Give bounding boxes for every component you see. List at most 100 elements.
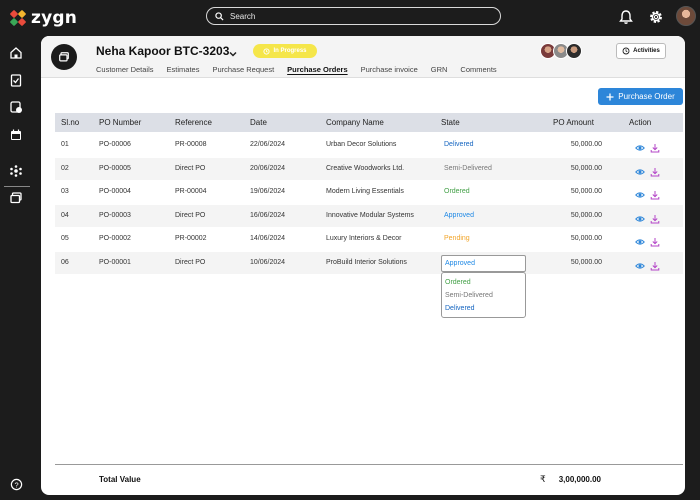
sidebar-divider bbox=[4, 186, 30, 187]
bell-icon bbox=[619, 10, 633, 24]
tab-grn[interactable]: GRN bbox=[431, 65, 448, 74]
sidebar-item-tasks[interactable] bbox=[7, 71, 25, 89]
download-icon bbox=[650, 238, 660, 247]
table-row: 06 PO-00001 Direct PO 10/06/2024 ProBuild In… bbox=[55, 252, 683, 274]
cell-state[interactable]: Delivered bbox=[444, 141, 474, 148]
cell-po-number: PO-00006 bbox=[99, 141, 131, 148]
cell-slno: 01 bbox=[61, 141, 69, 148]
cell-slno: 04 bbox=[61, 211, 69, 219]
tab-purchase-orders[interactable]: Purchase Orders bbox=[287, 65, 347, 74]
column-header-po-amount: PO Amount bbox=[553, 118, 594, 127]
tab-customer-details[interactable]: Customer Details bbox=[96, 65, 154, 74]
state-select-value: Approved bbox=[445, 260, 475, 267]
total-row: Total Value ₹ 3,00,000.00 bbox=[55, 464, 683, 494]
clock-icon bbox=[622, 47, 630, 55]
project-title: Neha Kapoor BTC-3203 bbox=[96, 44, 230, 58]
user-avatar[interactable] bbox=[676, 6, 696, 26]
cell-reference: Direct PO bbox=[175, 211, 206, 219]
network-icon bbox=[10, 165, 22, 177]
eye-icon bbox=[635, 216, 645, 222]
sidebar-item-home[interactable] bbox=[7, 44, 25, 62]
project-header: Neha Kapoor BTC-3203 In Progress Custome… bbox=[41, 36, 685, 78]
tab-purchase-request[interactable]: Purchase Request bbox=[212, 65, 274, 74]
eye-icon bbox=[635, 168, 645, 175]
activities-label: Activities bbox=[633, 48, 660, 54]
eye-icon bbox=[635, 263, 645, 269]
table-row: 05 PO-00002 PR-00002 14/06/2024 Luxury Inter… bbox=[55, 228, 683, 250]
folders-icon bbox=[59, 52, 69, 62]
sidebar-item-folders[interactable] bbox=[7, 189, 25, 207]
download-button[interactable] bbox=[650, 258, 660, 271]
sidebar-item-settings-doc[interactable] bbox=[7, 98, 25, 116]
download-button[interactable] bbox=[650, 187, 660, 200]
tab-comments[interactable]: Comments bbox=[460, 65, 496, 74]
cell-state[interactable]: Semi-Delivered bbox=[444, 165, 492, 172]
download-icon bbox=[650, 214, 660, 224]
view-button[interactable] bbox=[635, 187, 645, 198]
sidebar-item-help[interactable]: ? bbox=[7, 475, 25, 493]
tab-estimates[interactable]: Estimates bbox=[167, 65, 200, 74]
state-select[interactable]: Approved bbox=[441, 255, 526, 272]
cell-date: 20/06/2024 bbox=[250, 164, 286, 172]
project-avatar bbox=[51, 44, 77, 70]
state-dropdown-menu: Ordered Semi-Delivered Delivered bbox=[441, 272, 526, 318]
sidebar-item-network[interactable] bbox=[7, 162, 25, 180]
notifications-button[interactable] bbox=[616, 7, 636, 27]
cell-company: Modern Living Essentials bbox=[326, 188, 404, 196]
activities-button[interactable]: Activities bbox=[616, 43, 666, 59]
gear-icon bbox=[650, 11, 662, 23]
eye-icon bbox=[635, 192, 645, 198]
cell-company: Innovative Modular Systems bbox=[326, 211, 414, 219]
download-icon bbox=[650, 262, 660, 271]
column-header-date: Date bbox=[250, 118, 267, 127]
home-icon bbox=[10, 47, 22, 59]
state-option-delivered[interactable]: Delivered bbox=[445, 305, 475, 312]
team-avatars[interactable] bbox=[540, 43, 584, 60]
cell-slno: 06 bbox=[61, 259, 69, 266]
table-row: 02 PO-00005 Direct PO 20/06/2024 Creative Wo… bbox=[55, 157, 683, 180]
status-label: In Progress bbox=[273, 48, 307, 54]
state-option-semi-delivered[interactable]: Semi-Delivered bbox=[445, 292, 493, 299]
column-header-action: Action bbox=[629, 118, 652, 127]
add-purchase-order-label: Purchase Order bbox=[618, 92, 675, 101]
view-button[interactable] bbox=[635, 164, 645, 175]
cell-po-number: PO-00005 bbox=[99, 164, 131, 172]
cell-date: 19/06/2024 bbox=[250, 188, 286, 196]
column-header-company: Company Name bbox=[326, 118, 384, 127]
cell-slno: 03 bbox=[61, 188, 69, 196]
sidebar-item-calendar[interactable] bbox=[7, 126, 25, 144]
search-input[interactable]: Search bbox=[206, 7, 501, 25]
plus-icon bbox=[606, 93, 614, 100]
column-header-state: State bbox=[441, 118, 460, 127]
cell-slno: 05 bbox=[61, 235, 69, 243]
status-badge: In Progress bbox=[253, 44, 317, 58]
help-icon: ? bbox=[10, 478, 22, 490]
cell-date: 16/06/2024 bbox=[250, 211, 286, 219]
tab-purchase-invoice[interactable]: Purchase invoice bbox=[361, 65, 418, 74]
cell-po-amount: 50,000.00 bbox=[570, 235, 602, 243]
cell-state[interactable]: Pending bbox=[444, 235, 470, 242]
settings-button[interactable] bbox=[646, 7, 666, 27]
download-button[interactable] bbox=[650, 211, 660, 224]
state-option-ordered[interactable]: Ordered bbox=[445, 279, 471, 286]
cell-state[interactable]: Ordered bbox=[444, 188, 470, 195]
download-button[interactable] bbox=[650, 164, 660, 177]
project-switcher-button[interactable] bbox=[228, 46, 238, 64]
cell-state[interactable]: Approved bbox=[444, 212, 474, 219]
cell-company: Luxury Interiors & Decor bbox=[326, 235, 402, 243]
view-button[interactable] bbox=[635, 140, 645, 151]
calendar-icon bbox=[11, 129, 21, 140]
cell-date: 14/06/2024 bbox=[250, 235, 286, 243]
cell-company: ProBuild Interior Solutions bbox=[326, 259, 407, 266]
download-button[interactable] bbox=[650, 140, 660, 153]
cell-po-amount: 50,000.00 bbox=[570, 211, 602, 219]
add-purchase-order-button[interactable]: Purchase Order bbox=[598, 88, 683, 105]
avatar bbox=[566, 43, 582, 59]
cell-reference: Direct PO bbox=[175, 164, 206, 172]
view-button[interactable] bbox=[635, 211, 645, 222]
app-logo[interactable]: zygn bbox=[10, 8, 77, 28]
eye-icon bbox=[635, 145, 645, 151]
view-button[interactable] bbox=[635, 258, 645, 269]
download-button[interactable] bbox=[650, 234, 660, 247]
view-button[interactable] bbox=[635, 234, 645, 245]
